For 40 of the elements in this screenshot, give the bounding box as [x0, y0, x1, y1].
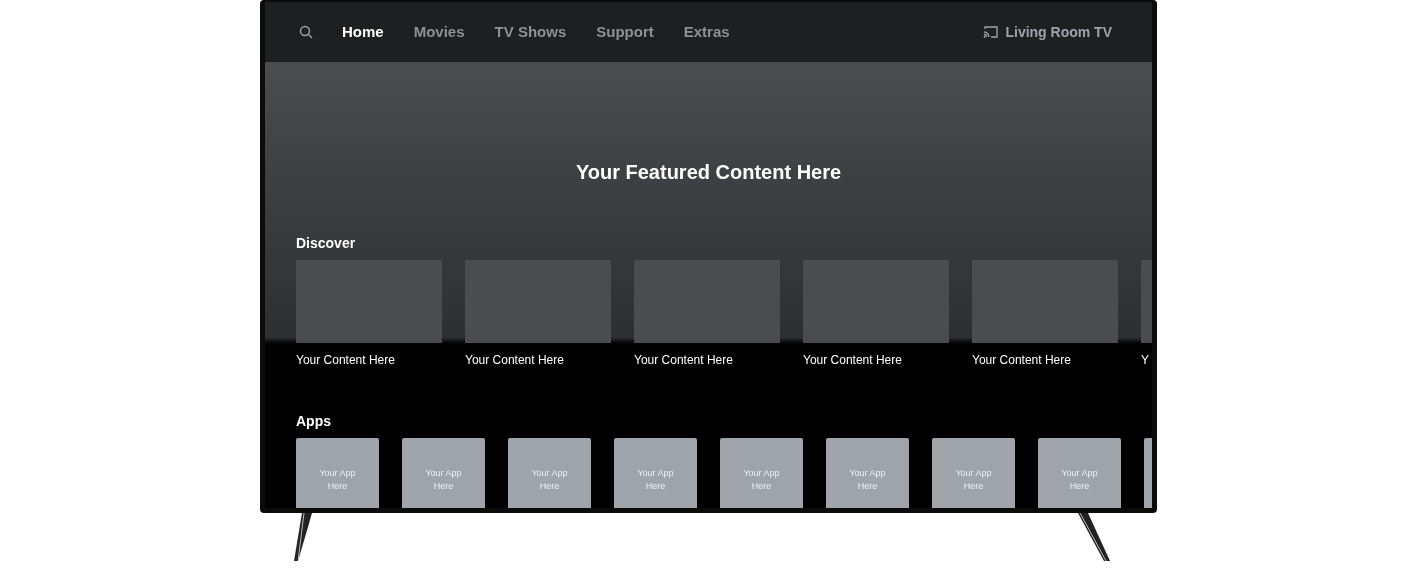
- app-tile[interactable]: Your App Here: [1038, 438, 1121, 508]
- search-icon[interactable]: [299, 25, 313, 39]
- section-heading: Apps: [296, 412, 332, 431]
- content-card[interactable]: [803, 260, 949, 343]
- app-tile[interactable]: Your App Here: [296, 438, 379, 508]
- nav-tab[interactable]: Extras: [683, 20, 730, 44]
- content-card[interactable]: [1141, 260, 1152, 343]
- content-caption: Y: [1141, 352, 1150, 369]
- device-name: Living Room TV: [1005, 22, 1112, 42]
- app-tile[interactable]: Your App Here: [402, 438, 485, 508]
- nav-tab[interactable]: TV Shows: [494, 20, 567, 44]
- content-card[interactable]: [296, 260, 442, 343]
- app-label: Your App Here: [954, 466, 993, 493]
- content-card[interactable]: [634, 260, 780, 343]
- content-caption: Your Content Here: [296, 352, 396, 369]
- app-label: Your App Here: [848, 466, 887, 493]
- featured-title: Your Featured Content Here: [574, 160, 843, 185]
- cast-icon: [983, 25, 1000, 39]
- app-label: Your App Here: [1060, 466, 1099, 493]
- nav-tab[interactable]: Support: [596, 20, 654, 44]
- content-card[interactable]: [465, 260, 611, 343]
- section-heading: Discover: [296, 234, 357, 253]
- app-label: Your App Here: [424, 466, 463, 493]
- nav-tab[interactable]: Movies: [413, 20, 465, 44]
- cast-device-button[interactable]: Living Room TV: [983, 21, 1112, 43]
- content-caption: Your Content Here: [972, 352, 1072, 369]
- app-tile[interactable]: Your App Here: [932, 438, 1015, 508]
- content-card[interactable]: [972, 260, 1118, 343]
- content-caption: Your Content Here: [465, 352, 565, 369]
- content-caption: Your Content Here: [634, 352, 734, 369]
- app-tile[interactable]: Your App Here: [720, 438, 803, 508]
- app-tile[interactable]: Your App Here: [508, 438, 591, 508]
- nav-tab[interactable]: Home: [342, 20, 384, 44]
- app-tile[interactable]: Your App Here: [826, 438, 909, 508]
- app-label: Your App Here: [318, 466, 357, 493]
- app-label: Your App Here: [530, 466, 569, 493]
- app-label: Your App Here: [742, 466, 781, 493]
- app-label: Your App Here: [636, 466, 675, 493]
- app-tile[interactable]: Your App Here: [614, 438, 697, 508]
- content-caption: Your Content Here: [803, 352, 903, 369]
